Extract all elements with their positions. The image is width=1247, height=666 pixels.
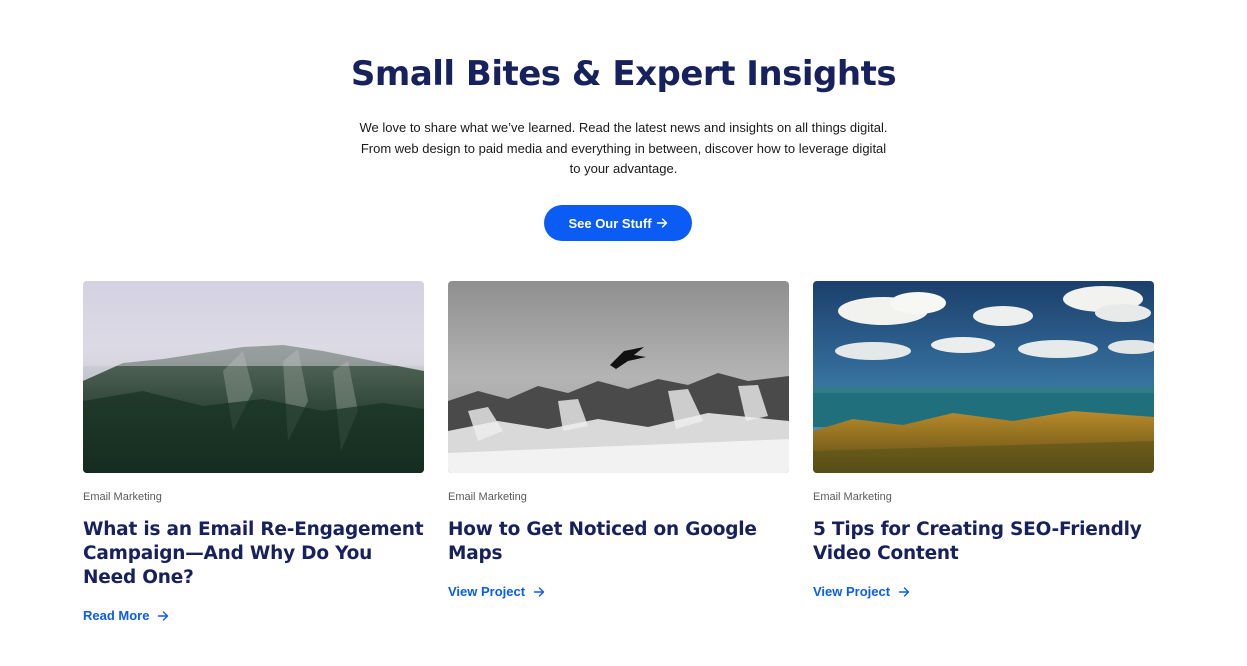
article-card: Email Marketing How to Get Noticed on Go… <box>448 281 789 599</box>
card-category: Email Marketing <box>83 491 162 503</box>
link-label: View Project <box>448 584 526 599</box>
link-label: Read More <box>83 608 150 623</box>
card-title[interactable]: 5 Tips for Creating SEO-Friendly Video C… <box>813 518 1158 566</box>
card-category: Email Marketing <box>813 491 892 503</box>
section-title: Small Bites & Expert Insights <box>350 54 897 94</box>
card-title[interactable]: What is an Email Re-Engagement Campaign—… <box>83 518 428 590</box>
card-image[interactable] <box>448 281 789 473</box>
see-our-stuff-button[interactable]: See Our Stuff <box>544 205 692 241</box>
article-card: Email Marketing 5 Tips for Creating SEO-… <box>813 281 1154 599</box>
read-more-link[interactable]: Read More <box>83 608 169 623</box>
arrow-right-icon <box>158 610 169 621</box>
arrow-right-icon <box>656 218 667 228</box>
arrow-right-icon <box>898 586 910 597</box>
arrow-right-icon <box>533 586 545 597</box>
card-title[interactable]: How to Get Noticed on Google Maps <box>448 518 793 566</box>
view-project-link[interactable]: View Project <box>448 584 545 599</box>
section-description: We love to share what we’ve learned. Rea… <box>359 120 888 176</box>
view-project-link[interactable]: View Project <box>813 584 910 599</box>
link-label: View Project <box>813 584 891 599</box>
cta-label: See Our Stuff <box>568 215 652 231</box>
article-card: Email Marketing What is an Email Re-Enga… <box>83 281 424 623</box>
card-category: Email Marketing <box>448 491 527 503</box>
card-image[interactable] <box>813 281 1154 473</box>
card-image[interactable] <box>83 281 424 473</box>
